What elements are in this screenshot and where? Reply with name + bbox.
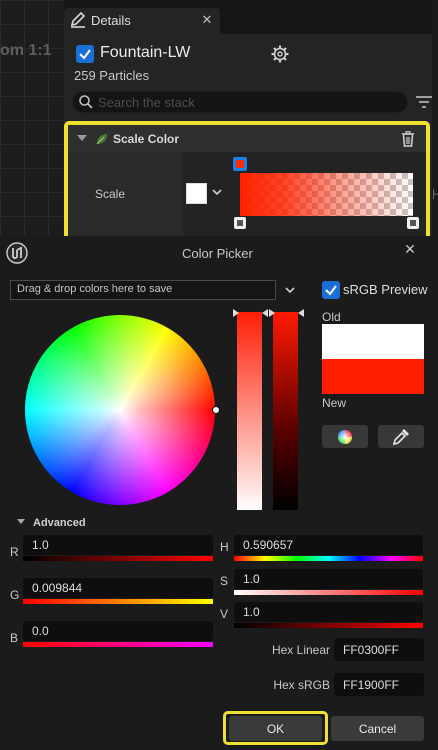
srgb-preview-checkbox[interactable] <box>322 281 340 299</box>
b-channel-slider[interactable] <box>23 642 213 647</box>
r-channel-label: R <box>10 545 19 559</box>
alpha-stop-right[interactable] <box>407 217 419 229</box>
module-title: Scale Color <box>113 132 180 146</box>
color-gradient-bar[interactable] <box>240 173 413 216</box>
r-channel-slider[interactable] <box>23 556 213 561</box>
eyedropper-icon <box>392 428 409 445</box>
eyedropper-button[interactable] <box>378 425 424 448</box>
checkmark-icon <box>325 285 337 296</box>
alpha-stop-left[interactable] <box>234 217 246 229</box>
v-channel-slider[interactable] <box>234 623 423 628</box>
trash-icon[interactable] <box>401 131 415 147</box>
v-channel-input[interactable] <box>234 602 423 622</box>
checkmark-icon <box>79 49 91 60</box>
viewport-zoom-label: om 1:1 <box>0 42 52 59</box>
particle-count: 259 Particles <box>74 68 150 83</box>
s-channel-label: S <box>220 574 229 588</box>
saturation-slider-handle-left[interactable] <box>233 309 239 317</box>
filter-icon[interactable] <box>415 94 433 110</box>
value-slider[interactable] <box>273 312 298 510</box>
ok-button[interactable]: OK <box>229 716 322 741</box>
new-color-label: New <box>322 396 347 410</box>
unreal-logo-icon <box>6 242 28 264</box>
chevron-down-icon[interactable] <box>211 187 223 197</box>
right-edge-panel <box>432 0 438 240</box>
old-color-label: Old <box>322 310 341 324</box>
advanced-section-label: Advanced <box>33 517 86 529</box>
emitter-name: Fountain-LW <box>100 44 191 61</box>
saturation-slider[interactable] <box>237 312 262 510</box>
color-stop-top[interactable] <box>233 157 247 171</box>
scale-color-swatch[interactable] <box>186 183 207 204</box>
srgb-preview-label: sRGB Preview <box>343 282 428 297</box>
scale-label: Scale <box>95 187 126 201</box>
cancel-button[interactable]: Cancel <box>331 716 424 741</box>
hex-srgb-input[interactable] <box>334 673 424 696</box>
close-icon[interactable]: ✕ <box>403 241 417 258</box>
g-channel-slider[interactable] <box>23 599 213 604</box>
b-channel-input[interactable] <box>23 621 213 641</box>
hex-linear-input[interactable] <box>334 638 424 661</box>
details-pencil-icon <box>70 11 86 28</box>
viewport-background <box>0 0 64 240</box>
emitter-enabled-checkbox[interactable] <box>76 45 94 63</box>
g-channel-label: G <box>10 588 20 602</box>
color-wheel[interactable] <box>25 315 215 505</box>
new-color-swatch <box>322 359 424 394</box>
details-close-icon[interactable]: ✕ <box>200 12 214 28</box>
v-channel-label: V <box>220 607 229 621</box>
splitter-handle[interactable]: ⊢ <box>432 186 438 203</box>
value-slider-handle-right[interactable] <box>298 309 304 317</box>
color-picker-title: Color Picker <box>182 246 253 261</box>
drop-zone-text: Drag & drop colors here to save <box>17 283 173 295</box>
b-channel-label: B <box>10 631 19 645</box>
module-leaf-icon <box>96 134 107 145</box>
chevron-down-icon[interactable] <box>284 285 296 295</box>
collapse-arrow-icon[interactable] <box>77 135 87 141</box>
color-wheel-mode-button[interactable] <box>322 425 368 448</box>
h-channel-slider[interactable] <box>234 556 423 561</box>
s-channel-input[interactable] <box>234 569 423 589</box>
saturation-slider-handle-right[interactable] <box>262 309 268 317</box>
details-tab[interactable] <box>64 8 220 34</box>
r-channel-input[interactable] <box>23 535 213 555</box>
search-icon <box>79 95 93 109</box>
h-channel-input[interactable] <box>234 535 423 555</box>
s-channel-slider[interactable] <box>234 590 423 595</box>
details-tab-label: Details <box>91 13 131 28</box>
color-wheel-icon <box>338 429 352 444</box>
hex-linear-label: Hex Linear <box>271 643 330 657</box>
hex-srgb-label: Hex sRGB <box>273 678 330 692</box>
h-channel-label: H <box>220 540 229 554</box>
color-wheel-marker[interactable] <box>212 406 220 414</box>
advanced-collapse-arrow-icon[interactable] <box>17 519 25 524</box>
stack-search-input[interactable] <box>98 92 398 112</box>
g-channel-input[interactable] <box>23 578 213 598</box>
gear-icon[interactable] <box>270 44 290 64</box>
value-slider-handle-left[interactable] <box>269 309 275 317</box>
old-color-swatch <box>322 324 424 359</box>
